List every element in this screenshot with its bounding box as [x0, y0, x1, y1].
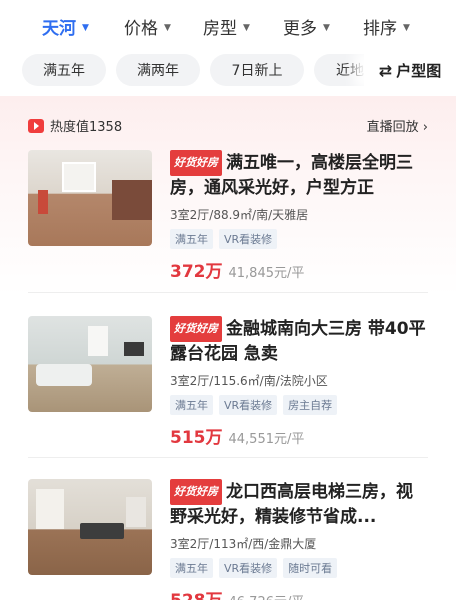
total-price: 515万 — [170, 428, 223, 448]
total-price: 528万 — [170, 586, 223, 600]
total-price: 372万 — [170, 262, 223, 282]
listing-title: 好货好房 金融城南向大三房 带40平露台花园 急卖 — [170, 316, 428, 366]
listing-tags: 满五年 VR看装修 随时可看 — [170, 558, 428, 578]
listing-title: 好货好房 龙口西高层电梯三房，视野采光好，精装修节省成... — [170, 479, 428, 529]
filter-district[interactable]: 天河 ▼ — [42, 14, 89, 39]
tag: 满五年 — [170, 395, 213, 415]
live-replay-link[interactable]: 直播回放 › — [367, 116, 428, 135]
filter-district-label: 天河 — [42, 19, 76, 39]
cabinet-shape — [112, 180, 152, 220]
chevron-down-icon: ▼ — [323, 22, 330, 33]
listing-info: 好货好房 满五唯一，高楼层全明三房，通风采光好，户型方正 3室2厅/88.9㎡/南… — [170, 150, 428, 282]
window-shape — [88, 326, 108, 356]
sofa-shape — [80, 523, 124, 539]
filter-more-label: 更多 — [283, 19, 317, 39]
tag: VR看装修 — [219, 558, 278, 578]
chevron-down-icon: ▼ — [403, 22, 410, 33]
tag: 满五年 — [170, 229, 213, 249]
listing-card[interactable]: 好货好房 金融城南向大三房 带40平露台花园 急卖 3室2厅/115.6㎡/南/法… — [28, 316, 428, 448]
tv-shape — [124, 342, 144, 356]
swap-icon: ⇄ — [378, 60, 393, 80]
filter-bar: 天河 ▼ 价格 ▼ 房型 ▼ 更多 ▼ 排序 ▼ — [0, 0, 456, 52]
filter-layout-label: 房型 — [203, 19, 237, 39]
filter-more[interactable]: 更多 ▼ — [283, 14, 330, 39]
listing-info: 好货好房 金融城南向大三房 带40平露台花园 急卖 3室2厅/115.6㎡/南/法… — [170, 316, 428, 448]
listing-photo — [28, 479, 152, 575]
filter-price-label: 价格 — [124, 19, 158, 39]
price-row: 515万 44,551元/平 — [170, 423, 428, 448]
quality-badge: 好货好房 — [170, 316, 222, 342]
listing-attributes: 3室2厅/115.6㎡/南/法院小区 — [170, 374, 328, 388]
listing-tags: 满五年 VR看装修 房主自荐 — [170, 395, 428, 415]
tag: 随时可看 — [283, 558, 338, 578]
filter-sort[interactable]: 排序 ▼ — [363, 14, 410, 39]
listing-tags: 满五年 VR看装修 — [170, 229, 428, 249]
live-video-icon — [28, 118, 44, 133]
window-shape — [36, 489, 64, 529]
chip-two-years[interactable]: 满两年 — [116, 54, 200, 86]
listing-attributes: 3室2厅/113㎡/西/金鼎大厦 — [170, 537, 317, 551]
quality-badge: 好货好房 — [170, 150, 222, 176]
unit-price: 41,845元/平 — [228, 266, 305, 281]
listing-title: 好货好房 满五唯一，高楼层全明三房，通风采光好，户型方正 — [170, 150, 428, 200]
listing-attributes: 3室2厅/88.9㎡/南/天雅居 — [170, 208, 309, 222]
divider — [28, 292, 428, 293]
heat-value: 热度值1358 — [50, 120, 123, 135]
filter-sort-label: 排序 — [363, 19, 397, 39]
unit-price: 44,551元/平 — [228, 432, 305, 447]
wall-shape — [126, 497, 146, 527]
chevron-down-icon: ▼ — [82, 22, 89, 33]
tag: 满五年 — [170, 558, 213, 578]
chip-new-7days[interactable]: 7日新上 — [210, 54, 304, 86]
floorplan-label: 户型图 — [396, 61, 442, 80]
tag: VR看装修 — [219, 395, 278, 415]
price-row: 372万 41,845元/平 — [170, 257, 428, 282]
floorplan-toggle-button[interactable]: ⇄ 户型图 — [364, 50, 456, 90]
live-heat: 热度值1358 — [28, 116, 122, 135]
chevron-down-icon: ▼ — [164, 22, 171, 33]
sofa-shape — [36, 364, 92, 386]
listing-info: 好货好房 龙口西高层电梯三房，视野采光好，精装修节省成... 3室2厅/113㎡/… — [170, 479, 428, 600]
price-row: 528万 46,726元/平 — [170, 586, 428, 600]
listing-card[interactable]: 好货好房 满五唯一，高楼层全明三房，通风采光好，户型方正 3室2厅/88.9㎡/南… — [28, 150, 428, 282]
listing-photo — [28, 150, 152, 246]
listing-photo — [28, 316, 152, 412]
divider — [28, 457, 428, 458]
filter-layout[interactable]: 房型 ▼ — [203, 14, 250, 39]
tag: VR看装修 — [219, 229, 278, 249]
window-shape — [62, 162, 96, 192]
chevron-down-icon: ▼ — [243, 22, 250, 33]
unit-price: 46,726元/平 — [229, 591, 305, 600]
chip-five-years[interactable]: 满五年 — [22, 54, 106, 86]
tag: 房主自荐 — [283, 395, 338, 415]
filter-price[interactable]: 价格 ▼ — [124, 14, 171, 39]
decor-shape — [38, 190, 48, 214]
quality-badge: 好货好房 — [170, 479, 222, 505]
listing-card[interactable]: 好货好房 龙口西高层电梯三房，视野采光好，精装修节省成... 3室2厅/113㎡/… — [28, 479, 428, 600]
